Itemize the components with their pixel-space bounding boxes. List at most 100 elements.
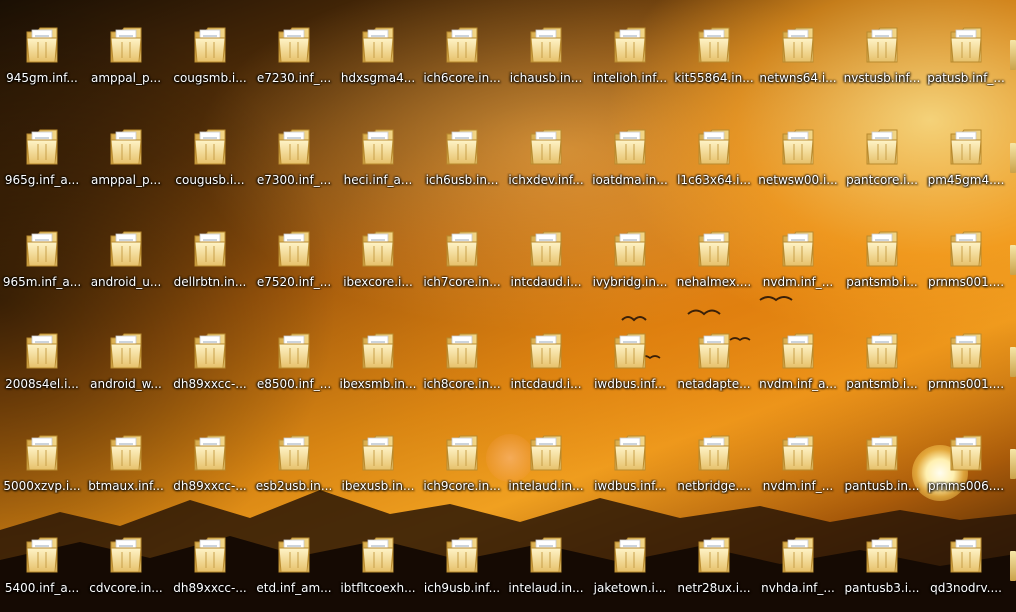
- desktop-icon[interactable]: netbridge....: [672, 411, 756, 511]
- desktop-icon[interactable]: e7520.inf_...: [252, 207, 336, 307]
- desktop-icon[interactable]: ich8core.in...: [420, 309, 504, 409]
- folder-icon: [528, 534, 564, 576]
- desktop-icon[interactable]: intelaud.in...: [504, 411, 588, 511]
- desktop-icon-label: prnms001....: [927, 377, 1005, 391]
- desktop-icon-partial[interactable]: [1010, 40, 1016, 70]
- desktop-icon[interactable]: ichxdev.inf...: [504, 105, 588, 205]
- desktop-icon[interactable]: android_u...: [84, 207, 168, 307]
- desktop-icon[interactable]: pm45gm4....: [924, 105, 1008, 205]
- desktop-icon[interactable]: ioatdma.in...: [588, 105, 672, 205]
- desktop-icon[interactable]: amppal_p...: [84, 105, 168, 205]
- desktop-icon[interactable]: iwdbus.inf...: [588, 411, 672, 511]
- desktop-icon[interactable]: iwdbus.inf...: [588, 309, 672, 409]
- desktop-icon[interactable]: netadapte...: [672, 309, 756, 409]
- desktop-icon[interactable]: netr28ux.i...: [672, 513, 756, 612]
- desktop-icon[interactable]: e8500.inf_...: [252, 309, 336, 409]
- desktop-icon[interactable]: nvdm.inf_...: [756, 411, 840, 511]
- desktop-icon[interactable]: ichausb.in...: [504, 3, 588, 103]
- desktop-icon[interactable]: pantcore.i...: [840, 105, 924, 205]
- desktop-icon[interactable]: ibexcore.i...: [336, 207, 420, 307]
- desktop-icon[interactable]: kit55864.in...: [672, 3, 756, 103]
- desktop-icon[interactable]: nvdm.inf_...: [756, 207, 840, 307]
- desktop-icon[interactable]: ibexsmb.in...: [336, 309, 420, 409]
- desktop-icon[interactable]: qd3nodrv....: [924, 513, 1008, 612]
- desktop-icon[interactable]: cdvcore.in...: [84, 513, 168, 612]
- desktop-icon[interactable]: intelaud.in...: [504, 513, 588, 612]
- desktop-icon[interactable]: prnms001....: [924, 207, 1008, 307]
- desktop-icon[interactable]: ibtfltcoexh...: [336, 513, 420, 612]
- desktop-icon[interactable]: l1c63x64.i...: [672, 105, 756, 205]
- desktop-icon[interactable]: pantusb3.i...: [840, 513, 924, 612]
- desktop-icon[interactable]: cougusb.i...: [168, 105, 252, 205]
- folder-icon: [696, 534, 732, 576]
- desktop-icon[interactable]: pantusb.in...: [840, 411, 924, 511]
- desktop-icon-label: 5400.inf_a...: [4, 581, 80, 595]
- folder-icon: [192, 228, 228, 270]
- desktop-icon[interactable]: netwsw00.i...: [756, 105, 840, 205]
- folder-icon: [444, 330, 480, 372]
- desktop-icon-label: e7230.inf_...: [256, 71, 332, 85]
- desktop-icon-label: pantcore.i...: [846, 173, 918, 187]
- desktop-icon[interactable]: 5400.inf_a...: [0, 513, 84, 612]
- desktop-icon[interactable]: nvhda.inf_...: [756, 513, 840, 612]
- desktop-icon-label: qd3nodrv....: [930, 581, 1002, 595]
- desktop-icon[interactable]: ivybridg.in...: [588, 207, 672, 307]
- desktop-icon[interactable]: 965g.inf_a...: [0, 105, 84, 205]
- desktop-icon-partial[interactable]: [1010, 245, 1016, 275]
- desktop-icon[interactable]: 965m.inf_a...: [0, 207, 84, 307]
- desktop-icon[interactable]: 5000xzvp.i...: [0, 411, 84, 511]
- desktop-icon[interactable]: patusb.inf_...: [924, 3, 1008, 103]
- folder-icon: [444, 126, 480, 168]
- desktop-icon[interactable]: etd.inf_am...: [252, 513, 336, 612]
- desktop-icon-label: nehalmex....: [676, 275, 752, 289]
- desktop-icon[interactable]: ich9core.in...: [420, 411, 504, 511]
- desktop-icon[interactable]: ich9usb.inf...: [420, 513, 504, 612]
- folder-icon: [612, 126, 648, 168]
- folder-icon: [528, 432, 564, 474]
- desktop-icon[interactable]: 2008s4el.i...: [0, 309, 84, 409]
- desktop-icon-partial[interactable]: [1010, 449, 1016, 479]
- desktop-icon[interactable]: heci.inf_a...: [336, 105, 420, 205]
- desktop-icon[interactable]: 945gm.inf...: [0, 3, 84, 103]
- folder-icon: [864, 432, 900, 474]
- desktop-icon[interactable]: dh89xxcc-...: [168, 411, 252, 511]
- desktop-icon-label: pm45gm4....: [927, 173, 1005, 187]
- desktop-icon[interactable]: prnms006....: [924, 411, 1008, 511]
- desktop-icon[interactable]: e7300.inf_...: [252, 105, 336, 205]
- desktop-icon[interactable]: prnms001....: [924, 309, 1008, 409]
- desktop-icon[interactable]: ich6usb.in...: [420, 105, 504, 205]
- desktop-icon[interactable]: pantsmb.i...: [840, 309, 924, 409]
- desktop-icon-label: 5000xzvp.i...: [3, 479, 81, 493]
- desktop-icon[interactable]: dh89xxcc-...: [168, 309, 252, 409]
- desktop-icon[interactable]: jaketown.i...: [588, 513, 672, 612]
- desktop-icon[interactable]: amppal_p...: [84, 3, 168, 103]
- desktop-icon[interactable]: nvstusb.inf...: [840, 3, 924, 103]
- desktop-icon[interactable]: ich6core.in...: [420, 3, 504, 103]
- desktop-icon[interactable]: android_w...: [84, 309, 168, 409]
- desktop[interactable]: 945gm.inf... 965g.inf_a... 965m.inf_a... 20…: [0, 0, 1016, 612]
- folder-icon: [780, 432, 816, 474]
- desktop-icon[interactable]: intcdaud.i...: [504, 207, 588, 307]
- desktop-icon[interactable]: cougsmb.i...: [168, 3, 252, 103]
- desktop-icon-partial[interactable]: [1010, 143, 1016, 173]
- desktop-icon[interactable]: btmaux.inf...: [84, 411, 168, 511]
- desktop-icon-label: ichxdev.inf...: [508, 173, 584, 187]
- desktop-icon[interactable]: esb2usb.in...: [252, 411, 336, 511]
- desktop-icon-label: patusb.inf_...: [927, 71, 1005, 85]
- desktop-icon-label: intelaud.in...: [508, 479, 584, 493]
- desktop-icon[interactable]: dh89xxcc-...: [168, 513, 252, 612]
- desktop-icon[interactable]: ibexusb.in...: [336, 411, 420, 511]
- desktop-icon[interactable]: intcdaud.i...: [504, 309, 588, 409]
- desktop-icon[interactable]: netwns64.i...: [756, 3, 840, 103]
- folder-icon: [948, 24, 984, 66]
- desktop-icon[interactable]: nehalmex....: [672, 207, 756, 307]
- desktop-icon[interactable]: ich7core.in...: [420, 207, 504, 307]
- desktop-icon[interactable]: nvdm.inf_a...: [756, 309, 840, 409]
- desktop-icon[interactable]: dellrbtn.in...: [168, 207, 252, 307]
- desktop-icon-partial[interactable]: [1010, 347, 1016, 377]
- desktop-icon[interactable]: e7230.inf_...: [252, 3, 336, 103]
- desktop-icon[interactable]: intelioh.inf...: [588, 3, 672, 103]
- desktop-icon[interactable]: hdxsgma4...: [336, 3, 420, 103]
- desktop-icon[interactable]: pantsmb.i...: [840, 207, 924, 307]
- desktop-icon-partial[interactable]: [1010, 551, 1016, 581]
